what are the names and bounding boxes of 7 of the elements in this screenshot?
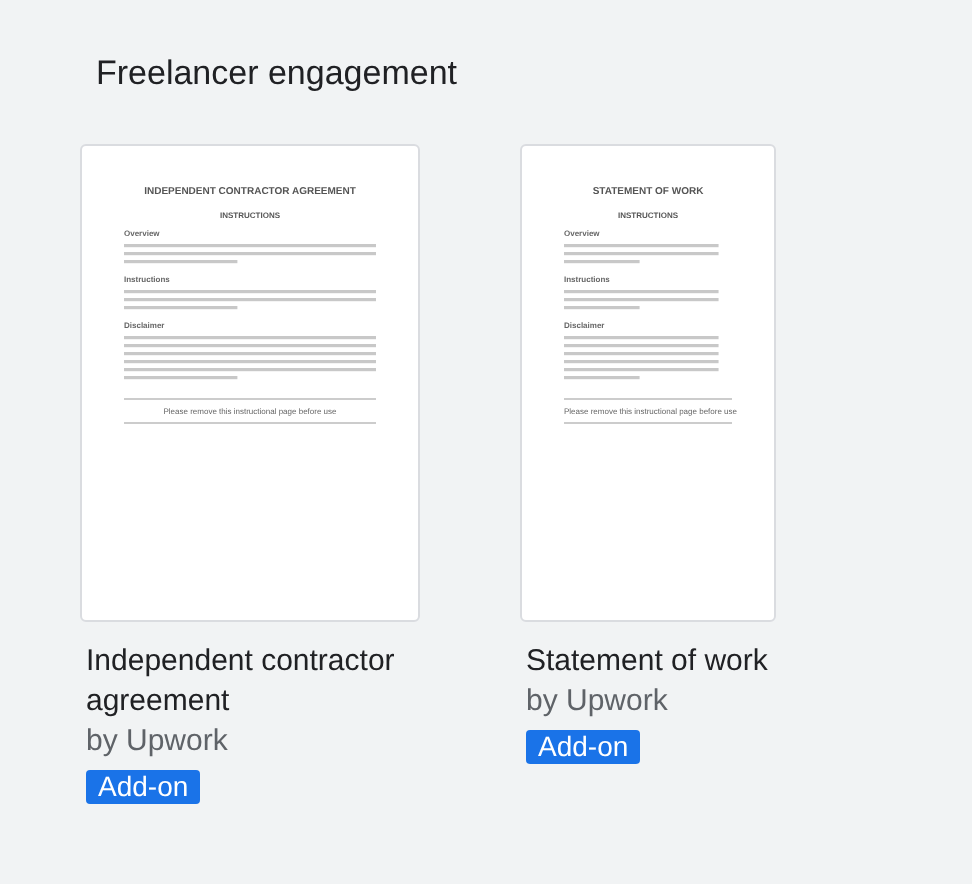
section-title: Freelancer engagement	[96, 52, 460, 96]
add-on-badge: Add-on	[86, 770, 201, 804]
template-title[interactable]: Statement of work	[526, 642, 800, 682]
template-author: by Upwork	[86, 722, 230, 762]
template-title[interactable]: Independent contractor agreement	[86, 642, 440, 722]
template-author: by Upwork	[526, 682, 670, 722]
add-on-badge: Add-on	[526, 730, 641, 764]
